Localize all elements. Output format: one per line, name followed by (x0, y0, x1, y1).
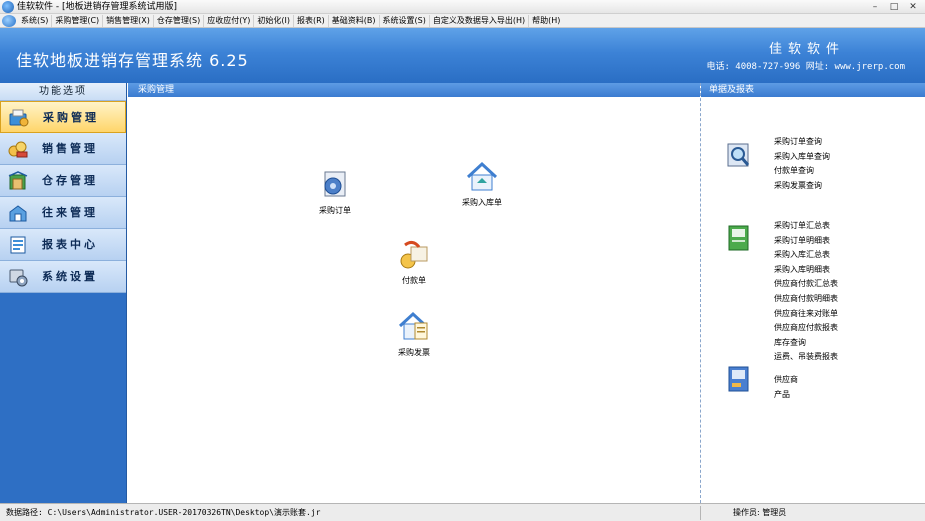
query-icon (727, 143, 750, 167)
company-name: 佳软软件 (768, 42, 845, 57)
link-freight-report[interactable]: 运费、吊装费报表 (774, 350, 838, 365)
reports-panel: 单据及报表 采购订单查询 采购入库单查询 付款单查询 采购发票查询 采购订单汇总… (700, 83, 925, 503)
sidebar-item-system-settings[interactable]: 系统设置 (0, 261, 126, 293)
report-links: 采购订单汇总表 采购订单明细表 采购入库汇总表 采购入库明细表 供应商付款汇总表… (774, 219, 838, 365)
link-supplier[interactable]: 供应商 (774, 373, 798, 388)
link-inventory-query[interactable]: 库存查询 (774, 336, 838, 351)
reports-panel-header: 单据及报表 (701, 83, 925, 97)
app-name: 佳软地板进销存管理系统 6.25 (16, 51, 249, 70)
status-separator (700, 506, 701, 520)
menu-warehouse[interactable]: 仓存管理(S) (152, 14, 203, 27)
link-purchase-receipt-summary[interactable]: 采购入库汇总表 (774, 248, 838, 263)
warehouse-icon (8, 171, 28, 190)
sidebar-item-label: 报表中心 (42, 238, 98, 251)
menu-import-export[interactable]: 自定义及数据导入导出(H) (428, 14, 528, 27)
link-purchase-order-query[interactable]: 采购订单查询 (774, 135, 830, 150)
link-payment-query[interactable]: 付款单查询 (774, 164, 830, 179)
app-icon (2, 1, 14, 13)
app-banner: 佳软地板进销存管理系统 6.25 佳软软件 电话: 4008-727-996 网… (0, 28, 925, 83)
close-button[interactable]: ✕ (905, 1, 921, 13)
menu-bar: 系统(S) 采购管理(C) 销售管理(X) 仓存管理(S) 应收应付(Y) 初始… (0, 14, 925, 28)
link-supplier-payable-report[interactable]: 供应商应付款报表 (774, 321, 838, 336)
sidebar-item-label: 采购管理 (43, 111, 99, 124)
link-purchase-invoice-query[interactable]: 采购发票查询 (774, 179, 830, 194)
link-supplier-payment-summary[interactable]: 供应商付款汇总表 (774, 277, 838, 292)
settings-icon (9, 269, 28, 287)
menu-settings[interactable]: 系统设置(S) (378, 14, 429, 27)
query-links: 采购订单查询 采购入库单查询 付款单查询 采购发票查询 (774, 135, 830, 193)
link-purchase-order-summary[interactable]: 采购订单汇总表 (774, 219, 838, 234)
sidebar-item-label: 系统设置 (42, 270, 98, 283)
menu-purchase[interactable]: 采购管理(C) (51, 14, 102, 27)
menu-sales[interactable]: 销售管理(X) (102, 14, 153, 27)
sidebar: 功能选项 采购管理 销售管理 仓存管理 往来管理 报表中心 系统设置 (0, 83, 127, 503)
tile-payment[interactable]: 付款单 (397, 239, 431, 286)
status-bar: 数据路径: C:\Users\Administrator.USER-201703… (0, 503, 925, 521)
sidebar-header: 功能选项 (0, 83, 126, 101)
minimize-button[interactable]: – (867, 1, 883, 13)
tile-label: 采购入库单 (462, 198, 502, 207)
sidebar-item-report-center[interactable]: 报表中心 (0, 229, 126, 261)
main-panel: 采购管理 采购订单 采购入库单 付款单 采购发票 (128, 83, 700, 503)
window-controls: – □ ✕ (867, 1, 921, 13)
menu-system[interactable]: 系统(S) (18, 15, 51, 27)
link-product[interactable]: 产品 (774, 388, 798, 403)
tile-purchase-receipt[interactable]: 采购入库单 (462, 161, 502, 208)
report-icon (10, 236, 26, 254)
title-bar: 佳软软件 - [地板进销存管理系统试用版] – □ ✕ (0, 0, 925, 14)
base-data-links: 供应商 产品 (774, 373, 798, 402)
payment-icon (400, 240, 428, 269)
tile-purchase-invoice[interactable]: 采购发票 (397, 311, 431, 358)
link-purchase-receipt-query[interactable]: 采购入库单查询 (774, 150, 830, 165)
sidebar-item-accounts[interactable]: 往来管理 (0, 197, 126, 229)
base-data-icon (728, 366, 749, 392)
sidebar-item-label: 销售管理 (42, 142, 98, 155)
menu-reports[interactable]: 报表(R) (292, 14, 328, 27)
purchase-icon (9, 109, 29, 127)
tile-label: 付款单 (402, 276, 426, 285)
sidebar-item-label: 往来管理 (42, 206, 98, 219)
window-title: 佳软软件 - [地板进销存管理系统试用版] (17, 2, 177, 12)
purchase-invoice-icon (398, 311, 428, 340)
sidebar-item-label: 仓存管理 (42, 174, 98, 187)
menu-logo-icon[interactable] (2, 14, 16, 27)
menu-receivable-payable[interactable]: 应收应付(Y) (203, 14, 253, 27)
link-purchase-receipt-detail[interactable]: 采购入库明细表 (774, 263, 838, 278)
report-book-icon (728, 225, 749, 251)
tile-purchase-order[interactable]: 采购订单 (318, 169, 352, 216)
link-purchase-order-detail[interactable]: 采购订单明细表 (774, 234, 838, 249)
contact-info: 电话: 4008-727-996 网址: www.jrerp.com (706, 62, 905, 72)
sidebar-item-purchase[interactable]: 采购管理 (0, 101, 126, 133)
purchase-receipt-icon (466, 161, 498, 191)
maximize-button[interactable]: □ (886, 1, 902, 13)
operator-info: 操作员: 管理员 (733, 508, 787, 517)
tile-label: 采购订单 (319, 206, 351, 215)
menu-help[interactable]: 帮助(H) (528, 14, 563, 27)
tile-label: 采购发票 (398, 348, 430, 357)
link-supplier-payment-detail[interactable]: 供应商付款明细表 (774, 292, 838, 307)
purchase-order-icon (324, 171, 346, 197)
sidebar-item-sales[interactable]: 销售管理 (0, 133, 126, 165)
sales-icon (8, 141, 28, 158)
menu-base-data[interactable]: 基础资料(B) (327, 14, 379, 27)
data-path: 数据路径: C:\Users\Administrator.USER-201703… (6, 508, 321, 517)
sidebar-item-warehouse[interactable]: 仓存管理 (0, 165, 126, 197)
menu-initialize[interactable]: 初始化(I) (253, 14, 293, 27)
account-icon (9, 205, 27, 222)
link-supplier-statement[interactable]: 供应商往来对账单 (774, 307, 838, 322)
main-panel-header: 采购管理 (128, 83, 700, 97)
